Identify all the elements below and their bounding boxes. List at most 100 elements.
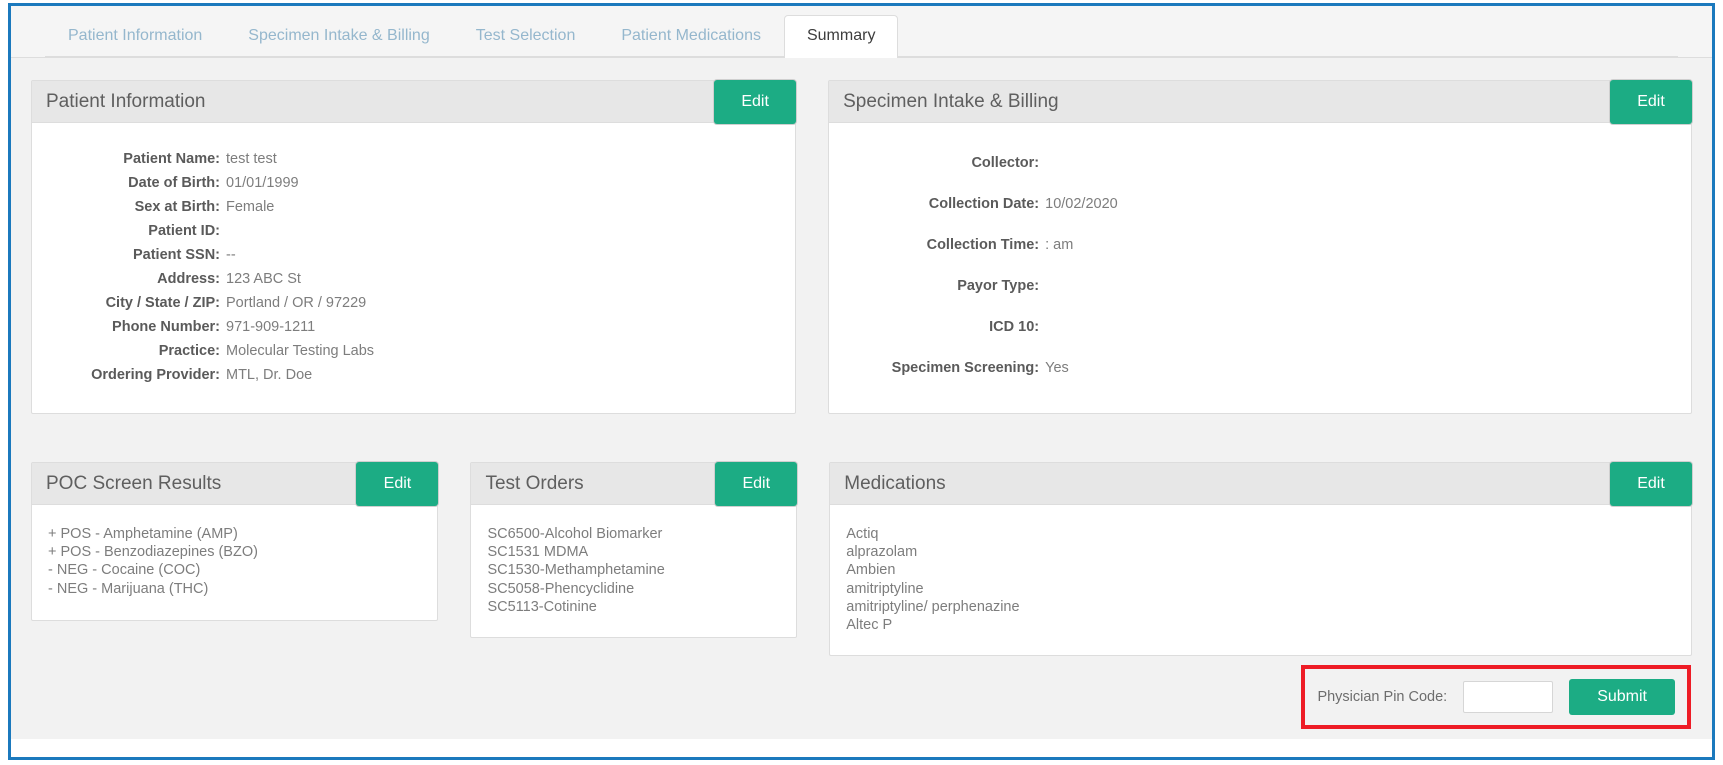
- edit-button-specimen-intake-billing[interactable]: Edit: [1610, 80, 1692, 124]
- tab-summary[interactable]: Summary: [783, 15, 899, 58]
- panel-specimen-intake-billing: Specimen Intake & Billing Edit Collector…: [828, 80, 1692, 414]
- medications-list: Actiq alprazolam Ambien amitriptyline am…: [846, 519, 1675, 634]
- panel-poc-screen-results: POC Screen Results Edit + POS - Amphetam…: [31, 462, 439, 621]
- list-item: SC5113-Cotinine: [487, 598, 597, 615]
- list-item: - NEG - Marijuana (THC): [48, 580, 209, 597]
- field-collection-date: Collection Date: 10/02/2020: [845, 196, 1675, 212]
- panel-body-specimen-intake-billing: Collector: Collection Date: 10/02/2020 C…: [829, 123, 1691, 413]
- panel-patient-information: Patient Information Edit Patient Name: t…: [31, 80, 797, 414]
- field-label: Patient SSN:: [132, 247, 220, 263]
- field-value: 123 ABC St: [226, 271, 301, 287]
- field-collection-time: Collection Time: : am: [845, 237, 1675, 253]
- field-address: Address: 123 ABC St: [48, 271, 779, 287]
- summary-row-bottom: POC Screen Results Edit + POS - Amphetam…: [11, 462, 1712, 656]
- field-value: 971-909-1211: [226, 319, 316, 335]
- physician-pin-code-input[interactable]: [1463, 681, 1554, 713]
- field-value: test test: [226, 151, 277, 167]
- tab-bar: Patient Information Specimen Intake & Bi…: [11, 6, 1712, 58]
- field-label: Sex at Birth:: [134, 199, 220, 215]
- physician-pin-code-label: Physician Pin Code:: [1317, 689, 1448, 705]
- edit-button-test-orders[interactable]: Edit: [715, 462, 798, 506]
- application-window: Patient Information Specimen Intake & Bi…: [8, 3, 1715, 760]
- list-item: amitriptyline: [846, 580, 924, 597]
- field-collector: Collector:: [845, 155, 1675, 171]
- list-item: SC1531 MDMA: [487, 544, 589, 561]
- panel-title-poc-screen-results: POC Screen Results: [46, 473, 222, 494]
- field-specimen-screening: Specimen Screening: Yes: [845, 360, 1675, 376]
- panel-title-specimen-intake-billing: Specimen Intake & Billing: [843, 91, 1059, 112]
- field-date-of-birth: Date of Birth: 01/01/1999: [48, 175, 779, 191]
- tab-list: Patient Information Specimen Intake & Bi…: [45, 15, 899, 58]
- list-item: SC1530-Methamphetamine: [487, 562, 665, 579]
- field-sex-at-birth: Sex at Birth: Female: [48, 199, 779, 215]
- test-orders-list: SC6500-Alcohol Biomarker SC1531 MDMA SC1…: [487, 519, 780, 616]
- field-label: Phone Number:: [112, 319, 220, 335]
- field-value: Yes: [1045, 360, 1069, 376]
- list-item: - NEG - Cocaine (COC): [48, 562, 201, 579]
- edit-button-patient-information[interactable]: Edit: [714, 80, 797, 124]
- panel-header-medications: Medications Edit: [830, 462, 1692, 506]
- field-payor-type: Payor Type:: [845, 278, 1675, 294]
- panel-title-patient-information: Patient Information: [46, 91, 206, 112]
- list-item: + POS - Benzodiazepines (BZO): [48, 544, 258, 561]
- field-label: Specimen Screening:: [891, 360, 1040, 376]
- panel-header-specimen-intake-billing: Specimen Intake & Billing Edit: [829, 80, 1692, 124]
- list-item: Ambien: [846, 562, 896, 579]
- tab-specimen-intake-billing[interactable]: Specimen Intake & Billing: [225, 15, 452, 58]
- field-practice: Practice: Molecular Testing Labs: [48, 343, 779, 359]
- field-value: Portland / OR / 97229: [226, 295, 367, 311]
- field-label: Address:: [157, 271, 220, 287]
- field-value: MTL, Dr. Doe: [226, 367, 313, 383]
- panel-body-poc-screen-results: + POS - Amphetamine (AMP) + POS - Benzod…: [32, 505, 437, 620]
- field-patient-id: Patient ID:: [48, 223, 779, 239]
- field-label: Practice:: [158, 343, 220, 359]
- submit-button[interactable]: Submit: [1569, 679, 1675, 715]
- panel-title-test-orders: Test Orders: [485, 473, 584, 494]
- patient-information-field-list: Patient Name: test test Date of Birth: 0…: [48, 137, 779, 383]
- tab-test-selection[interactable]: Test Selection: [453, 15, 599, 58]
- field-label: Patient Name:: [123, 151, 220, 167]
- physician-pin-submit-group: Physician Pin Code: Submit: [1301, 665, 1691, 729]
- field-label: Date of Birth:: [128, 175, 220, 191]
- field-label: Payor Type:: [957, 278, 1040, 294]
- list-item: SC6500-Alcohol Biomarker: [487, 526, 663, 542]
- field-label: ICD 10:: [989, 319, 1040, 335]
- list-item: alprazolam: [846, 544, 918, 561]
- field-patient-name: Patient Name: test test: [48, 151, 779, 167]
- panel-header-poc-screen-results: POC Screen Results Edit: [32, 462, 439, 506]
- field-value: 01/01/1999: [226, 175, 299, 191]
- panel-header-test-orders: Test Orders Edit: [471, 462, 798, 506]
- panel-title-medications: Medications: [844, 473, 946, 494]
- field-value: 10/02/2020: [1045, 196, 1118, 212]
- field-patient-ssn: Patient SSN: --: [48, 247, 779, 263]
- field-phone-number: Phone Number: 971-909-1211: [48, 319, 779, 335]
- field-label: Collection Date:: [928, 196, 1040, 212]
- field-city-state-zip: City / State / ZIP: Portland / OR / 9722…: [48, 295, 779, 311]
- tab-patient-medications[interactable]: Patient Medications: [598, 15, 784, 58]
- field-label: City / State / ZIP:: [105, 295, 220, 311]
- field-ordering-provider: Ordering Provider: MTL, Dr. Doe: [48, 367, 779, 383]
- list-item: + POS - Amphetamine (AMP): [48, 526, 238, 542]
- field-value: Female: [226, 199, 275, 215]
- edit-button-medications[interactable]: Edit: [1610, 462, 1692, 506]
- field-label: Collection Time:: [926, 237, 1040, 253]
- panel-body-test-orders: SC6500-Alcohol Biomarker SC1531 MDMA SC1…: [471, 505, 796, 637]
- edit-button-poc-screen-results[interactable]: Edit: [356, 462, 439, 506]
- specimen-field-list: Collector: Collection Date: 10/02/2020 C…: [845, 137, 1675, 376]
- field-label: Patient ID:: [148, 223, 220, 239]
- list-item: amitriptyline/ perphenazine: [846, 598, 1020, 615]
- field-value: --: [226, 247, 236, 263]
- list-item: Altec P: [846, 617, 893, 634]
- panel-body-patient-information: Patient Name: test test Date of Birth: 0…: [32, 123, 795, 413]
- field-icd-10: ICD 10:: [845, 319, 1675, 335]
- field-label: Collector:: [971, 155, 1040, 171]
- panel-header-patient-information: Patient Information Edit: [32, 80, 797, 124]
- panel-test-orders: Test Orders Edit SC6500-Alcohol Biomarke…: [470, 462, 798, 638]
- tab-patient-information[interactable]: Patient Information: [45, 15, 225, 58]
- field-label: Ordering Provider:: [91, 367, 220, 383]
- list-item: SC5058-Phencyclidine: [487, 580, 635, 597]
- page-footer-spacer: [11, 739, 1712, 757]
- poc-screen-results-list: + POS - Amphetamine (AMP) + POS - Benzod…: [48, 519, 421, 598]
- panel-medications: Medications Edit Actiq alprazolam Ambien…: [829, 462, 1692, 656]
- field-value: : am: [1045, 237, 1074, 253]
